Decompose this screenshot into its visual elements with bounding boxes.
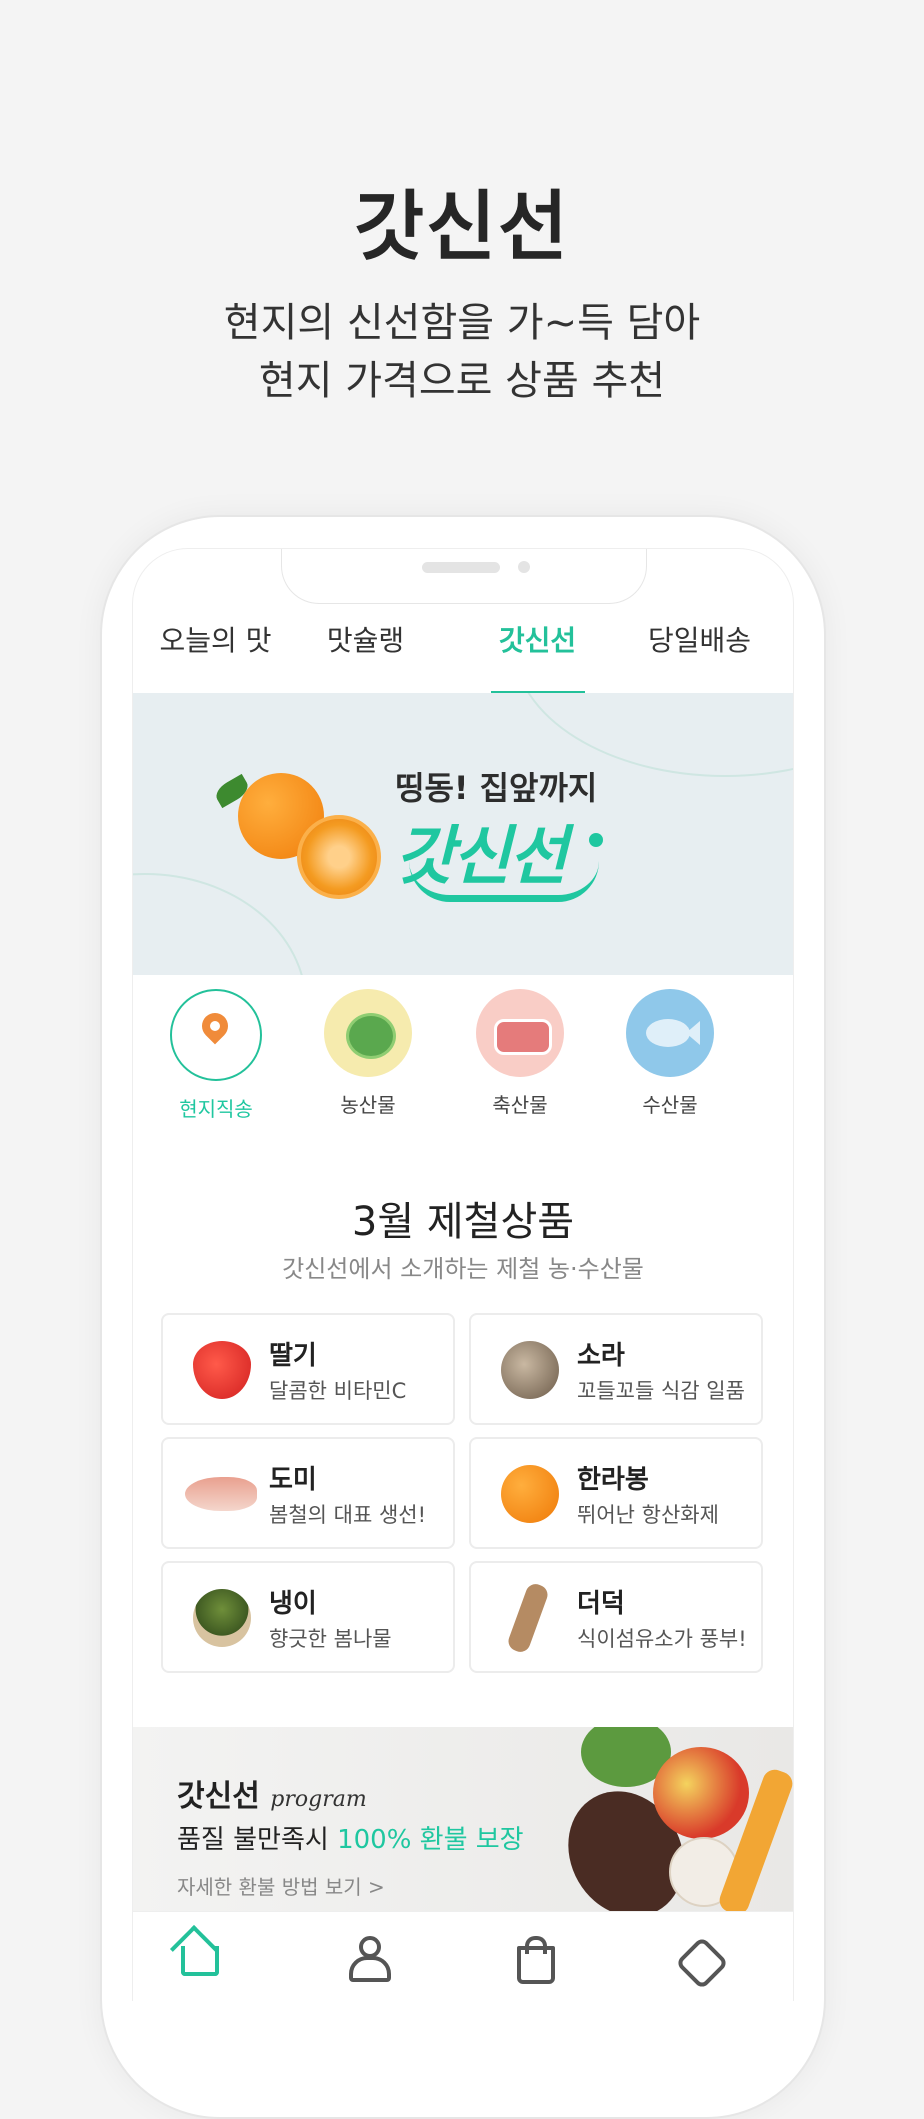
product-card-deodeok[interactable]: 더덕 식이섬유소가 풍부!: [469, 1561, 763, 1673]
banner-headline: 띵동! 집앞까지: [395, 769, 598, 807]
shopping-bag-icon[interactable]: [503, 1930, 563, 1990]
tab-gatsinseon[interactable]: 갓신선: [455, 617, 620, 693]
product-card-conch[interactable]: 소라 꼬들꼬들 식감 일품: [469, 1313, 763, 1425]
refund-promo-banner[interactable]: 갓신선 program 품질 불만족시 100% 환불 보장 자세한 환불 방법…: [133, 1727, 793, 1911]
person-icon[interactable]: [337, 1930, 397, 1990]
category-label: 농산물: [340, 1093, 396, 1117]
cabbage-icon: [324, 989, 412, 1077]
strawberry-icon: [193, 1341, 251, 1399]
category-livestock[interactable]: 축산물: [445, 989, 595, 1118]
promo-title: 갓신선 program: [177, 1779, 367, 1814]
camera-icon: [518, 561, 530, 573]
bottom-nav: [133, 1911, 793, 2001]
product-desc: 향긋한 봄나물: [269, 1627, 392, 1651]
location-pin-icon: [170, 989, 262, 1081]
promo-refund-line: 품질 불만족시 100% 환불 보장: [177, 1825, 524, 1855]
promo-script: program: [270, 1787, 367, 1812]
product-card-shepherds-purse[interactable]: 냉이 향긋한 봄나물: [161, 1561, 455, 1673]
orange-half-image: [297, 815, 381, 899]
home-icon[interactable]: [169, 1924, 229, 1990]
hero-title: 갓신선: [354, 182, 570, 271]
phone-notch: [281, 549, 647, 604]
product-desc: 식이섬유소가 풍부!: [577, 1627, 747, 1651]
category-produce[interactable]: 농산물: [293, 989, 443, 1118]
hero-subtitle-line1: 현지의 신선함을 가~득 담아: [223, 300, 701, 346]
deodeok-root-icon: [505, 1581, 551, 1655]
fish-icon: [626, 989, 714, 1077]
sea-bream-icon: [185, 1477, 257, 1511]
product-card-hallabong[interactable]: 한라봉 뛰어난 항산화제: [469, 1437, 763, 1549]
seasonal-title: 3월 제철상품: [351, 1199, 575, 1245]
product-name: 소라: [577, 1341, 625, 1371]
product-desc: 뛰어난 항산화제: [577, 1503, 719, 1527]
category-label: 현지직송: [179, 1097, 253, 1121]
product-name: 딸기: [269, 1341, 317, 1371]
product-card-sea-bream[interactable]: 도미 봄철의 대표 생선!: [161, 1437, 455, 1549]
tab-today-taste[interactable]: 오늘의 맛: [133, 617, 298, 693]
speaker-icon: [422, 562, 500, 573]
promo-banner[interactable]: 띵동! 집앞까지 갓신선: [133, 693, 793, 975]
apple-image: [653, 1747, 749, 1839]
product-name: 더덕: [577, 1589, 625, 1619]
hero-subtitle-line2: 현지 가격으로 상품 추천: [258, 358, 666, 404]
product-name: 도미: [269, 1465, 317, 1495]
tab-same-day-delivery[interactable]: 당일배송: [617, 617, 782, 693]
meat-icon: [476, 989, 564, 1077]
product-name: 냉이: [269, 1589, 317, 1619]
product-desc: 봄철의 대표 생선!: [269, 1503, 427, 1527]
product-card-strawberry[interactable]: 딸기 달콤한 비타민C: [161, 1313, 455, 1425]
shepherds-purse-icon: [193, 1589, 251, 1647]
category-list: 현지직송 농산물 축산물 수산물: [133, 989, 793, 1122]
product-desc: 꼬들꼬들 식감 일품: [577, 1379, 745, 1403]
conch-icon: [501, 1341, 559, 1399]
product-name: 한라봉: [577, 1465, 649, 1495]
app-screen: 오늘의 맛 맛슐랭 갓신선 당일배송 띵동! 집앞까지 갓신선 현지직송 농산물: [132, 548, 794, 2001]
banner-decoration: [133, 873, 307, 975]
refund-details-link[interactable]: 자세한 환불 방법 보기 >: [177, 1871, 385, 1900]
logo-dot-icon: [589, 833, 603, 847]
category-label: 수산물: [642, 1093, 698, 1117]
heart-check-icon[interactable]: [669, 1930, 729, 1990]
tab-matchelin[interactable]: 맛슐랭: [283, 617, 448, 693]
seasonal-subtitle: 갓신선에서 소개하는 제철 농·수산물: [282, 1255, 644, 1283]
top-tabs: 오늘의 맛 맛슐랭 갓신선 당일배송: [133, 617, 793, 693]
hallabong-icon: [501, 1465, 559, 1523]
category-seafood[interactable]: 수산물: [595, 989, 745, 1118]
product-desc: 달콤한 비타민C: [269, 1379, 407, 1403]
logo-smile-icon: [409, 861, 599, 902]
category-label: 축산물: [492, 1093, 548, 1117]
category-local-direct[interactable]: 현지직송: [141, 989, 291, 1122]
promo-refund-accent: 100% 환불 보장: [337, 1825, 524, 1855]
